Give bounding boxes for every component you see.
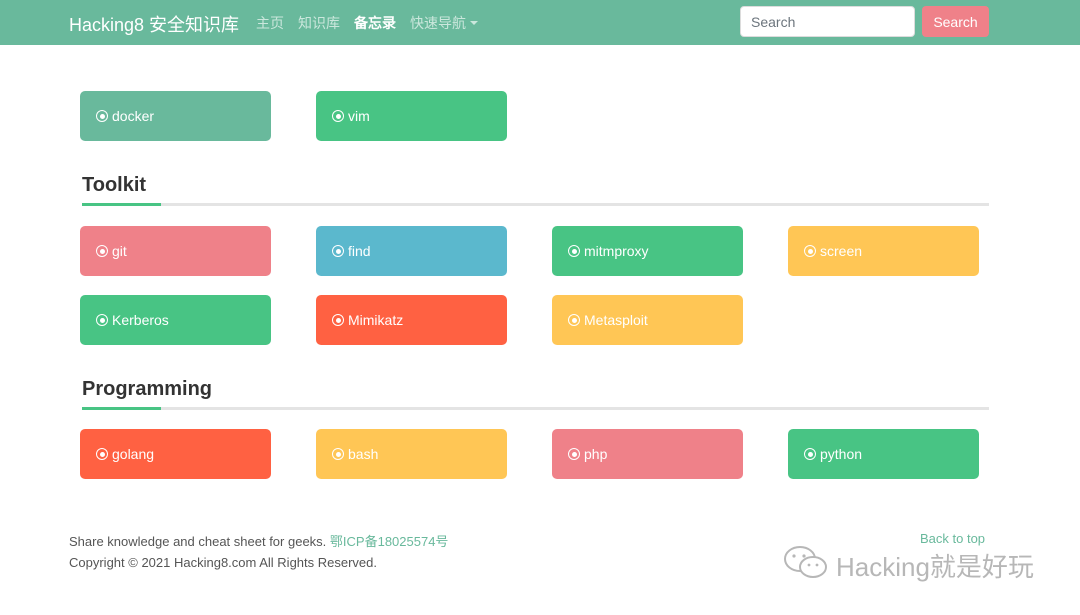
card-label: Mimikatz <box>348 312 404 328</box>
nav-quick-nav-label: 快速导航 <box>410 15 466 31</box>
brand[interactable]: Hacking8 安全知识库 <box>69 11 239 37</box>
card-mitmproxy[interactable]: mitmproxy <box>552 226 743 276</box>
card-find[interactable]: find <box>316 226 507 276</box>
section-divider <box>82 407 989 410</box>
card-label: bash <box>348 446 379 462</box>
section-divider <box>82 203 989 206</box>
card-python[interactable]: python <box>788 429 979 479</box>
radio-icon <box>804 245 816 257</box>
icp-link[interactable]: 鄂ICP备18025574号 <box>330 534 449 549</box>
radio-icon <box>96 314 108 326</box>
card-kerberos[interactable]: Kerberos <box>80 295 271 345</box>
divider-accent <box>82 203 161 206</box>
card-label: golang <box>112 446 155 462</box>
card-docker[interactable]: docker <box>80 91 271 141</box>
card-label: find <box>348 243 371 259</box>
radio-icon <box>96 448 108 460</box>
radio-icon <box>96 245 108 257</box>
navbar: Hacking8 安全知识库 主页 知识库 备忘录 快速导航 Search <box>0 0 1080 45</box>
section-title-toolkit: Toolkit <box>82 174 147 196</box>
card-label: Kerberos <box>112 312 169 328</box>
radio-icon <box>332 110 344 122</box>
nav-menu: 主页 知识库 备忘录 快速导航 <box>256 13 478 33</box>
radio-icon <box>332 448 344 460</box>
card-label: mitmproxy <box>584 243 649 259</box>
card-vim[interactable]: vim <box>316 91 507 141</box>
footer-tagline: Share knowledge and cheat sheet for geek… <box>69 531 448 550</box>
caret-down-icon <box>470 21 478 25</box>
card-label: php <box>584 446 608 462</box>
nav-quick-nav[interactable]: 快速导航 <box>410 13 478 33</box>
radio-icon <box>568 245 580 257</box>
footer-text: Share knowledge and cheat sheet for geek… <box>69 534 327 549</box>
card-mimikatz[interactable]: Mimikatz <box>316 295 507 345</box>
radio-icon <box>96 110 108 122</box>
card-metasploit[interactable]: Metasploit <box>552 295 743 345</box>
card-label: docker <box>112 108 155 124</box>
nav-home[interactable]: 主页 <box>256 13 284 33</box>
search-input[interactable] <box>740 6 915 37</box>
card-label: vim <box>348 108 370 124</box>
watermark-text: Hacking就是好玩 <box>836 552 1034 582</box>
radio-icon <box>332 314 344 326</box>
card-screen[interactable]: screen <box>788 226 979 276</box>
card-golang[interactable]: golang <box>80 429 271 479</box>
card-label: python <box>820 446 863 462</box>
card-git[interactable]: git <box>80 226 271 276</box>
nav-knowledge-base[interactable]: 知识库 <box>298 13 340 33</box>
watermark: Hacking就是好玩 <box>782 544 1034 587</box>
card-label: screen <box>820 243 863 259</box>
divider-accent <box>82 407 161 410</box>
radio-icon <box>568 314 580 326</box>
card-label: Metasploit <box>584 312 648 328</box>
section-title-programming: Programming <box>82 378 213 400</box>
wechat-icon <box>782 544 830 587</box>
nav-cheatsheet[interactable]: 备忘录 <box>354 13 396 33</box>
card-bash[interactable]: bash <box>316 429 507 479</box>
card-label: git <box>112 243 127 259</box>
footer-copyright: Copyright © 2021 Hacking8.com All Rights… <box>69 555 378 570</box>
card-php[interactable]: php <box>552 429 743 479</box>
radio-icon <box>804 448 816 460</box>
radio-icon <box>568 448 580 460</box>
radio-icon <box>332 245 344 257</box>
search-button[interactable]: Search <box>922 6 989 37</box>
